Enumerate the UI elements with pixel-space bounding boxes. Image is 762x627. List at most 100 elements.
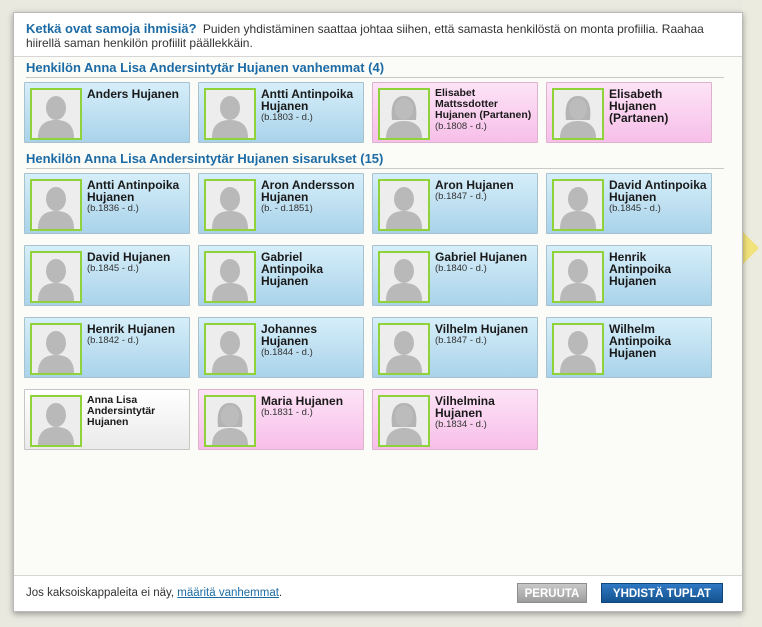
person-dates: (b.1844 - d.) — [261, 347, 313, 358]
person-card[interactable]: Anna Lisa Andersintytär Hujanen — [24, 389, 190, 450]
person-name: Henrik Hujanen (b.1842 - d.) — [87, 323, 187, 346]
person-card[interactable]: Wilhelm Antinpoika Hujanen — [546, 317, 712, 378]
male-silhouette-icon — [378, 179, 430, 231]
person-name-text: Elisabeth Hujanen (Partanen) — [609, 87, 669, 125]
male-silhouette-icon — [204, 251, 256, 303]
footer-note-suffix: . — [278, 587, 283, 599]
person-name-text: Anna Lisa Andersintytär Hujanen — [87, 394, 156, 428]
person-dates: (b.1831 - d.) — [261, 407, 313, 418]
person-name-text: Maria Hujanen — [261, 394, 344, 408]
person-dates: (b. - d.1851) — [261, 203, 313, 214]
person-name-text: Antti Antinpoika Hujanen — [87, 178, 180, 204]
person-name-text: Antti Antinpoika Hujanen — [261, 87, 354, 113]
male-silhouette-icon — [30, 395, 82, 447]
footer-note: Jos kaksoiskappaleita ei näy, määritä va… — [26, 587, 282, 599]
footer-note-text: Jos kaksoiskappaleita ei näy, — [26, 587, 175, 599]
person-name-text: Aron Hujanen — [435, 178, 514, 192]
person-name: Anders Hujanen — [87, 88, 187, 100]
female-silhouette-icon — [204, 395, 256, 447]
person-name: David Antinpoika Hujanen (b.1845 - d.) — [609, 179, 709, 214]
male-silhouette-icon — [378, 251, 430, 303]
parents-section-title: Henkilön Anna Lisa Andersintytär Hujanen… — [26, 60, 385, 75]
person-card[interactable]: Henrik Antinpoika Hujanen — [546, 245, 712, 306]
person-name-text: Vilhelmina Hujanen — [435, 394, 495, 420]
person-name-text: Vilhelm Hujanen — [435, 322, 529, 336]
male-silhouette-icon — [30, 88, 82, 140]
person-card[interactable]: Antti Antinpoika Hujanen (b.1836 - d.) — [24, 173, 190, 234]
divider — [26, 168, 724, 169]
merge-dialog: Ketkä ovat samoja ihmisiä? Puiden yhdist… — [13, 12, 743, 612]
person-name: Henrik Antinpoika Hujanen — [609, 251, 709, 287]
person-card[interactable]: David Antinpoika Hujanen (b.1845 - d.) — [546, 173, 712, 234]
person-dates: (b.1840 - d.) — [435, 263, 487, 274]
person-card[interactable]: David Hujanen (b.1845 - d.) — [24, 245, 190, 306]
person-name: Antti Antinpoika Hujanen (b.1836 - d.) — [87, 179, 187, 214]
female-silhouette-icon — [378, 395, 430, 447]
male-silhouette-icon — [552, 251, 604, 303]
person-name: Elisabeth Hujanen (Partanen) — [609, 88, 709, 124]
male-silhouette-icon — [204, 88, 256, 140]
person-dates: (b.1845 - d.) — [87, 263, 139, 274]
male-silhouette-icon — [552, 323, 604, 375]
person-name: Elisabet Mattssdotter Hujanen (Partanen)… — [435, 87, 535, 133]
person-card[interactable]: Gabriel Hujanen (b.1840 - d.) — [372, 245, 538, 306]
person-name: Gabriel Antinpoika Hujanen — [261, 251, 361, 287]
person-dates: (b.1847 - d.) — [435, 335, 487, 346]
person-name: Vilhelmina Hujanen (b.1834 - d.) — [435, 395, 535, 430]
person-name: Aron Hujanen (b.1847 - d.) — [435, 179, 535, 202]
person-dates: (b.1834 - d.) — [435, 419, 487, 430]
female-silhouette-icon — [378, 88, 430, 140]
dialog-header: Ketkä ovat samoja ihmisiä? Puiden yhdist… — [14, 13, 742, 57]
male-silhouette-icon — [204, 179, 256, 231]
person-dates: (b.1842 - d.) — [87, 335, 139, 346]
person-name-text: David Antinpoika Hujanen — [609, 178, 707, 204]
define-parents-link[interactable]: määritä vanhemmat — [177, 587, 279, 599]
person-card[interactable]: Aron Hujanen (b.1847 - d.) — [372, 173, 538, 234]
male-silhouette-icon — [30, 179, 82, 231]
person-name: Wilhelm Antinpoika Hujanen — [609, 323, 709, 359]
male-silhouette-icon — [552, 179, 604, 231]
person-name-text: Johannes Hujanen — [261, 322, 318, 348]
person-card[interactable]: Vilhelmina Hujanen (b.1834 - d.) — [372, 389, 538, 450]
female-silhouette-icon — [552, 88, 604, 140]
person-dates: (b.1845 - d.) — [609, 203, 661, 214]
person-card[interactable]: Anders Hujanen — [24, 82, 190, 143]
person-card[interactable]: Aron Andersson Hujanen (b. - d.1851) — [198, 173, 364, 234]
person-name: Anna Lisa Andersintytär Hujanen — [87, 395, 187, 428]
male-silhouette-icon — [378, 323, 430, 375]
person-card[interactable]: Antti Antinpoika Hujanen (b.1803 - d.) — [198, 82, 364, 143]
person-name: Aron Andersson Hujanen (b. - d.1851) — [261, 179, 361, 214]
person-name-text: Henrik Hujanen — [87, 322, 176, 336]
person-dates: (b.1803 - d.) — [261, 112, 313, 123]
person-name: David Hujanen (b.1845 - d.) — [87, 251, 187, 274]
person-name-text: Elisabet Mattssdotter Hujanen (Partanen) — [435, 87, 532, 121]
male-silhouette-icon — [30, 323, 82, 375]
siblings-section-title: Henkilön Anna Lisa Andersintytär Hujanen… — [26, 151, 384, 166]
divider — [26, 77, 724, 78]
person-name-text: Aron Andersson Hujanen — [261, 178, 355, 204]
cancel-button[interactable]: PERUUTA — [517, 583, 587, 603]
person-name-text: Anders Hujanen — [87, 87, 180, 101]
dialog-footer: Jos kaksoiskappaleita ei näy, määritä va… — [14, 575, 742, 611]
person-dates: (b.1836 - d.) — [87, 203, 139, 214]
person-name-text: Henrik Antinpoika Hujanen — [609, 250, 671, 288]
person-dates: (b.1847 - d.) — [435, 191, 487, 202]
dialog-question: Ketkä ovat samoja ihmisiä? — [26, 21, 197, 36]
person-name: Gabriel Hujanen (b.1840 - d.) — [435, 251, 535, 274]
person-dates: (b.1808 - d.) — [435, 121, 487, 132]
person-card[interactable]: Maria Hujanen (b.1831 - d.) — [198, 389, 364, 450]
person-card[interactable]: Elisabeth Hujanen (Partanen) — [546, 82, 712, 143]
person-card[interactable]: Johannes Hujanen (b.1844 - d.) — [198, 317, 364, 378]
merge-duplicates-button[interactable]: YHDISTÄ TUPLAT — [601, 583, 723, 603]
person-name: Maria Hujanen (b.1831 - d.) — [261, 395, 361, 418]
person-name: Antti Antinpoika Hujanen (b.1803 - d.) — [261, 88, 361, 123]
person-name: Johannes Hujanen (b.1844 - d.) — [261, 323, 361, 358]
person-name-text: David Hujanen — [87, 250, 171, 264]
person-card[interactable]: Gabriel Antinpoika Hujanen — [198, 245, 364, 306]
person-name-text: Wilhelm Antinpoika Hujanen — [609, 322, 671, 360]
person-card[interactable]: Henrik Hujanen (b.1842 - d.) — [24, 317, 190, 378]
person-name-text: Gabriel Hujanen — [435, 250, 528, 264]
person-card[interactable]: Elisabet Mattssdotter Hujanen (Partanen)… — [372, 82, 538, 143]
person-card[interactable]: Vilhelm Hujanen (b.1847 - d.) — [372, 317, 538, 378]
background-arrow-icon — [743, 232, 759, 264]
